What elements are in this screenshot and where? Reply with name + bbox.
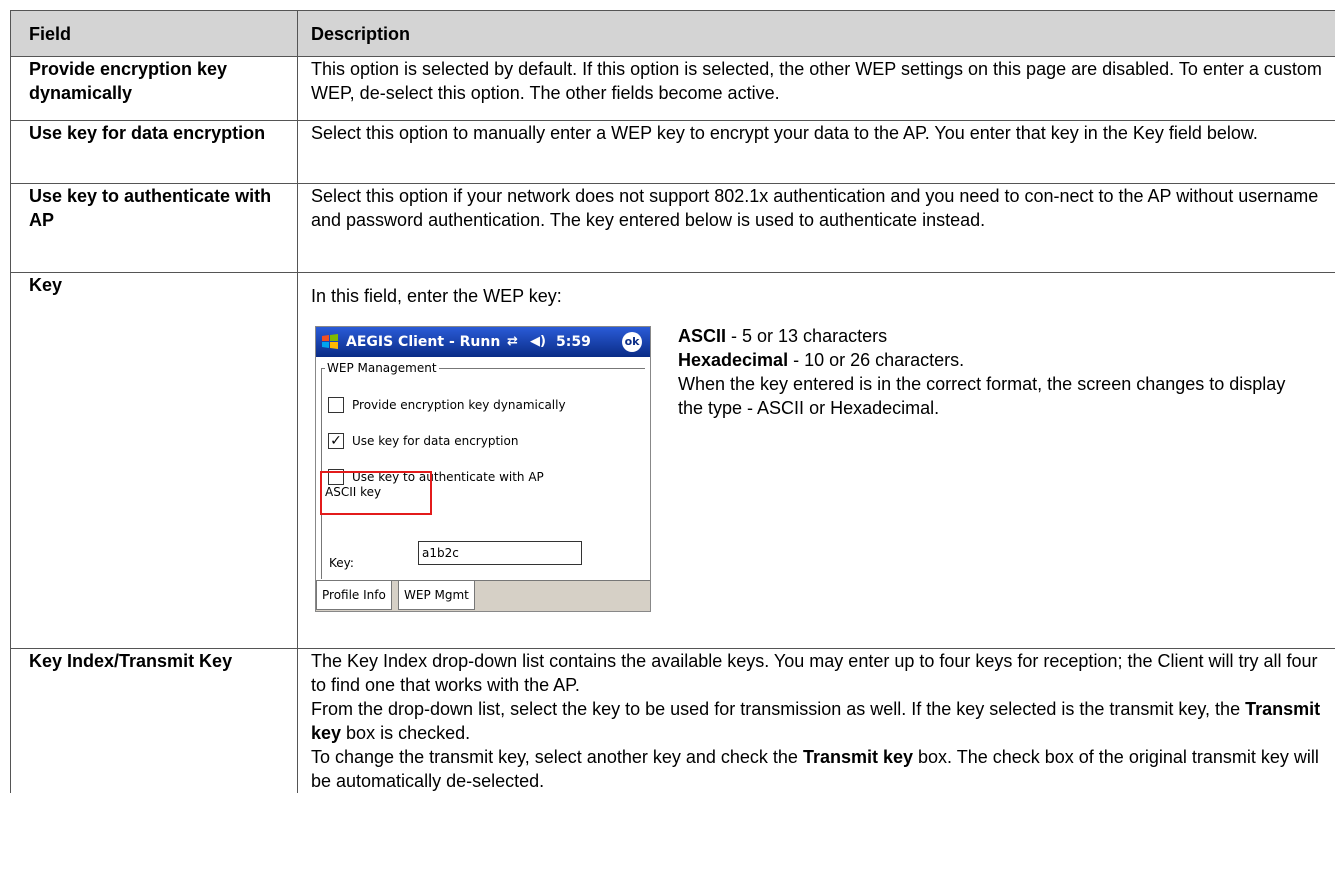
field-description-table: Field Description Provide encryption key…: [10, 10, 1335, 793]
pda-tab-bar: Profile Info WEP Mgmt: [316, 580, 650, 611]
pda-title-bar: AEGIS Client - Runn ⇄ ◀) 5:59 ok: [316, 327, 650, 357]
key-intro: In this field, enter the WEP key:: [311, 286, 562, 306]
checkbox[interactable]: [328, 397, 344, 413]
field-description: The Key Index drop-down list contains th…: [311, 651, 1321, 791]
table-row: Use key to authenticate with AP Select t…: [10, 183, 1335, 273]
windows-flag-icon[interactable]: [320, 332, 340, 352]
pda-screenshot: AEGIS Client - Runn ⇄ ◀) 5:59 ok WEP Man…: [315, 326, 651, 612]
speaker-icon[interactable]: ◀): [530, 327, 546, 357]
pda-app-title: AEGIS Client - Runn: [346, 334, 501, 350]
table-row-key: Key In this field, enter the WEP key: AE…: [10, 272, 1335, 649]
tab-profile-info[interactable]: Profile Info: [316, 581, 392, 610]
table-header-row: Field Description: [10, 10, 1335, 57]
key-input[interactable]: a1b2c: [418, 541, 582, 565]
header-description: Description: [297, 10, 1335, 57]
ok-button[interactable]: ok: [622, 332, 642, 352]
field-description: Select this option to manually enter a W…: [311, 123, 1258, 143]
key-format-notes: ASCII - 5 or 13 characters Hexadecimal -…: [678, 326, 1286, 418]
key-label: Key:: [329, 556, 354, 570]
key-type-indicator: ASCII key: [320, 471, 432, 515]
group-label: WEP Management: [325, 360, 439, 376]
table-row: Use key for data encryption Select this …: [10, 120, 1335, 184]
header-field: Field: [10, 10, 298, 57]
field-name: Use key for data encryption: [29, 123, 266, 143]
field-name: Key: [29, 275, 63, 295]
tab-wep-mgmt[interactable]: WEP Mgmt: [398, 581, 475, 610]
option-dynamic-key[interactable]: Provide encryption key dynamically: [328, 395, 566, 415]
field-description: Select this option if your network does …: [311, 186, 1319, 230]
field-name: Key Index/Transmit Key: [29, 651, 233, 671]
connectivity-icon[interactable]: ⇄: [507, 327, 518, 357]
option-data-encryption[interactable]: ✓ Use key for data encryption: [328, 431, 518, 451]
checkbox-checked[interactable]: ✓: [328, 433, 344, 449]
table-row: Provide encryption key dynamically This …: [10, 56, 1335, 121]
table-row-key-index: Key Index/Transmit Key The Key Index dro…: [10, 648, 1335, 793]
field-name: Use key to authenticate with AP: [29, 186, 272, 230]
clock: 5:59: [556, 334, 591, 350]
field-name: Provide encryption key dynamically: [29, 59, 228, 103]
field-description: This option is selected by default. If t…: [311, 59, 1322, 103]
